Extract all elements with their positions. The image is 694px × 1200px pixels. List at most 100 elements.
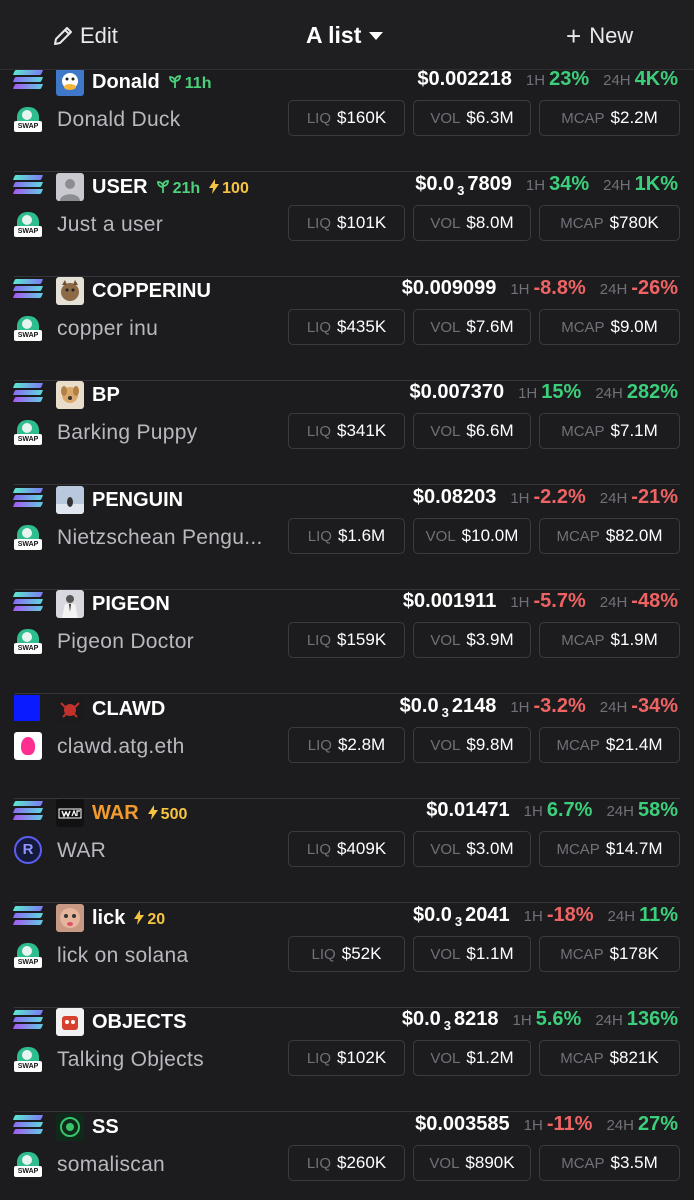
change-1h: -11% [546, 1113, 593, 1135]
liquidity-pill: LIQ $2.8M [288, 727, 405, 763]
token-avatar [56, 486, 84, 514]
price-line: $0.007370 1H 15% 24H 282% [409, 381, 678, 403]
solana-chain-icon [12, 486, 44, 510]
liquidity-pill: LIQ $260K [288, 1145, 405, 1181]
edit-button[interactable]: Edit [52, 22, 118, 50]
token-price: $0.001911 [402, 590, 497, 612]
edit-label: Edit [80, 23, 118, 48]
list-selector-dropdown[interactable]: A list [306, 20, 384, 50]
change-1h: 34% [549, 173, 590, 195]
token-row-pigeon[interactable]: SWAP PIGEON Pigeon Doctor $0.001911 1H -5… [12, 590, 680, 694]
solana-chain-icon [12, 1008, 44, 1032]
liquidity-pill: LIQ $101K [288, 205, 405, 241]
change-1h: -5.7% [533, 590, 586, 612]
sprout-icon [156, 180, 169, 193]
token-price: $0.003585 [415, 1113, 510, 1135]
plus-icon: + [566, 21, 582, 51]
volume-pill: VOL $6.3M [413, 100, 531, 136]
change-24h: 11% [639, 904, 678, 926]
swap-dex-icon: SWAP [14, 941, 42, 969]
swap-dex-icon: SWAP [14, 314, 42, 342]
token-price: $0.002218 [417, 68, 512, 90]
token-row-clawd[interactable]: CLAWD clawd.atg.eth $0.0 3 2148 1H -3.2% 24… [14, 695, 680, 799]
token-symbol: SS [92, 1116, 119, 1138]
pencil-icon [54, 27, 72, 45]
token-row-ss[interactable]: SWAP SS somaliscan $0.003585 1H -11% 24H 2… [12, 1113, 680, 1200]
boost-badge: 500 [147, 805, 187, 823]
token-price: $0.0 3 7809 [415, 173, 512, 198]
change-24h: 27% [637, 1113, 678, 1135]
change-24h: 58% [637, 799, 678, 821]
market-cap-pill: MCAP $3.5M [539, 1145, 680, 1181]
top-bar: Edit A list + New [0, 0, 694, 70]
change-1h: 5.6% [535, 1008, 582, 1030]
token-avatar [56, 1113, 84, 1141]
volume-pill: VOL $3.9M [413, 622, 531, 658]
market-cap-pill: MCAP $14.7M [539, 831, 680, 867]
change-1h: 6.7% [546, 799, 593, 821]
liquidity-pill: LIQ $159K [288, 622, 405, 658]
market-cap-pill: MCAP $780K [539, 205, 680, 241]
token-symbol: Donald 11h [92, 71, 212, 93]
lightning-icon [134, 910, 145, 925]
liquidity-pill: LIQ $102K [288, 1040, 405, 1076]
token-avatar [56, 799, 84, 827]
token-row-user[interactable]: SWAP USER 21h 100 Just a user $0.0 3 7809 1H… [12, 173, 680, 277]
token-row-war[interactable]: R WAR 500 WAR $0.01471 1H 6.7% 24H 58% LIQ $… [12, 799, 680, 903]
liquidity-pill: LIQ $409K [288, 831, 405, 867]
token-avatar [56, 695, 84, 723]
sprout-icon [168, 75, 181, 88]
change-24h: 4K% [634, 68, 678, 90]
token-price: $0.0 3 2148 [399, 695, 497, 720]
token-row-bp[interactable]: SWAP BP Barking Puppy $0.007370 1H 15% 24… [12, 381, 680, 485]
token-price: $0.08203 [412, 486, 497, 508]
price-line: $0.003585 1H -11% 24H 27% [415, 1113, 678, 1135]
token-name: clawd.atg.eth [57, 735, 185, 758]
token-name: Talking Objects [57, 1048, 204, 1071]
solana-chain-icon [12, 68, 44, 92]
token-row-lick[interactable]: SWAP lick 20 lick on solana $0.0 3 2041 1H -… [12, 904, 680, 1008]
token-symbol: COPPERINU [92, 280, 211, 302]
change-24h: 136% [626, 1008, 678, 1030]
market-cap-pill: MCAP $178K [539, 936, 680, 972]
new-button[interactable]: + New [566, 22, 633, 50]
token-row-donald[interactable]: SWAP Donald 11h Donald Duck $0.002218 1H 2… [12, 68, 680, 172]
change-24h: -34% [631, 695, 678, 717]
liquidity-pill: LIQ $1.6M [288, 518, 405, 554]
market-cap-pill: MCAP $7.1M [539, 413, 680, 449]
token-price: $0.0 3 2041 [412, 904, 510, 929]
volume-pill: VOL $1.1M [413, 936, 531, 972]
price-line: $0.08203 1H -2.2% 24H -21% [412, 486, 678, 508]
change-1h: -18% [546, 904, 594, 926]
token-avatar [56, 68, 84, 96]
token-symbol: PIGEON [92, 593, 170, 615]
token-row-copperinu[interactable]: SWAP COPPERINU copper inu $0.009099 1H -8… [12, 277, 680, 381]
swap-dex-icon: SWAP [14, 105, 42, 133]
change-1h: -3.2% [533, 695, 586, 717]
age-badge: 21h [156, 180, 200, 197]
token-name: Pigeon Doctor [57, 630, 194, 653]
change-24h: -21% [631, 486, 678, 508]
token-avatar [56, 173, 84, 201]
boost-badge: 20 [133, 910, 165, 928]
change-1h: -8.8% [533, 277, 586, 299]
solana-chain-icon [12, 381, 44, 405]
boost-badge: 100 [208, 179, 249, 197]
price-line: $0.001911 1H -5.7% 24H -48% [402, 590, 678, 612]
solana-chain-icon [12, 1113, 44, 1137]
market-cap-pill: MCAP $821K [539, 1040, 680, 1076]
swap-dex-icon: SWAP [14, 210, 42, 238]
token-row-objects[interactable]: SWAP OBJECTS Talking Objects $0.0 3 8218 1… [12, 1008, 680, 1112]
price-line: $0.0 3 8218 1H 5.6% 24H 136% [401, 1008, 678, 1033]
token-avatar [56, 381, 84, 409]
volume-pill: VOL $3.0M [413, 831, 531, 867]
price-line: $0.0 3 7809 1H 34% 24H 1K% [415, 173, 678, 198]
volume-pill: VOL $1.2M [413, 1040, 531, 1076]
token-row-penguin[interactable]: SWAP PENGUIN Nietzschean Pengu... $0.082… [12, 486, 680, 590]
new-label: New [589, 23, 634, 48]
solana-chain-icon [12, 799, 44, 823]
swap-dex-icon: SWAP [14, 1150, 42, 1178]
change-1h: -2.2% [533, 486, 586, 508]
token-avatar [56, 1008, 84, 1036]
token-symbol: BP [92, 384, 120, 406]
